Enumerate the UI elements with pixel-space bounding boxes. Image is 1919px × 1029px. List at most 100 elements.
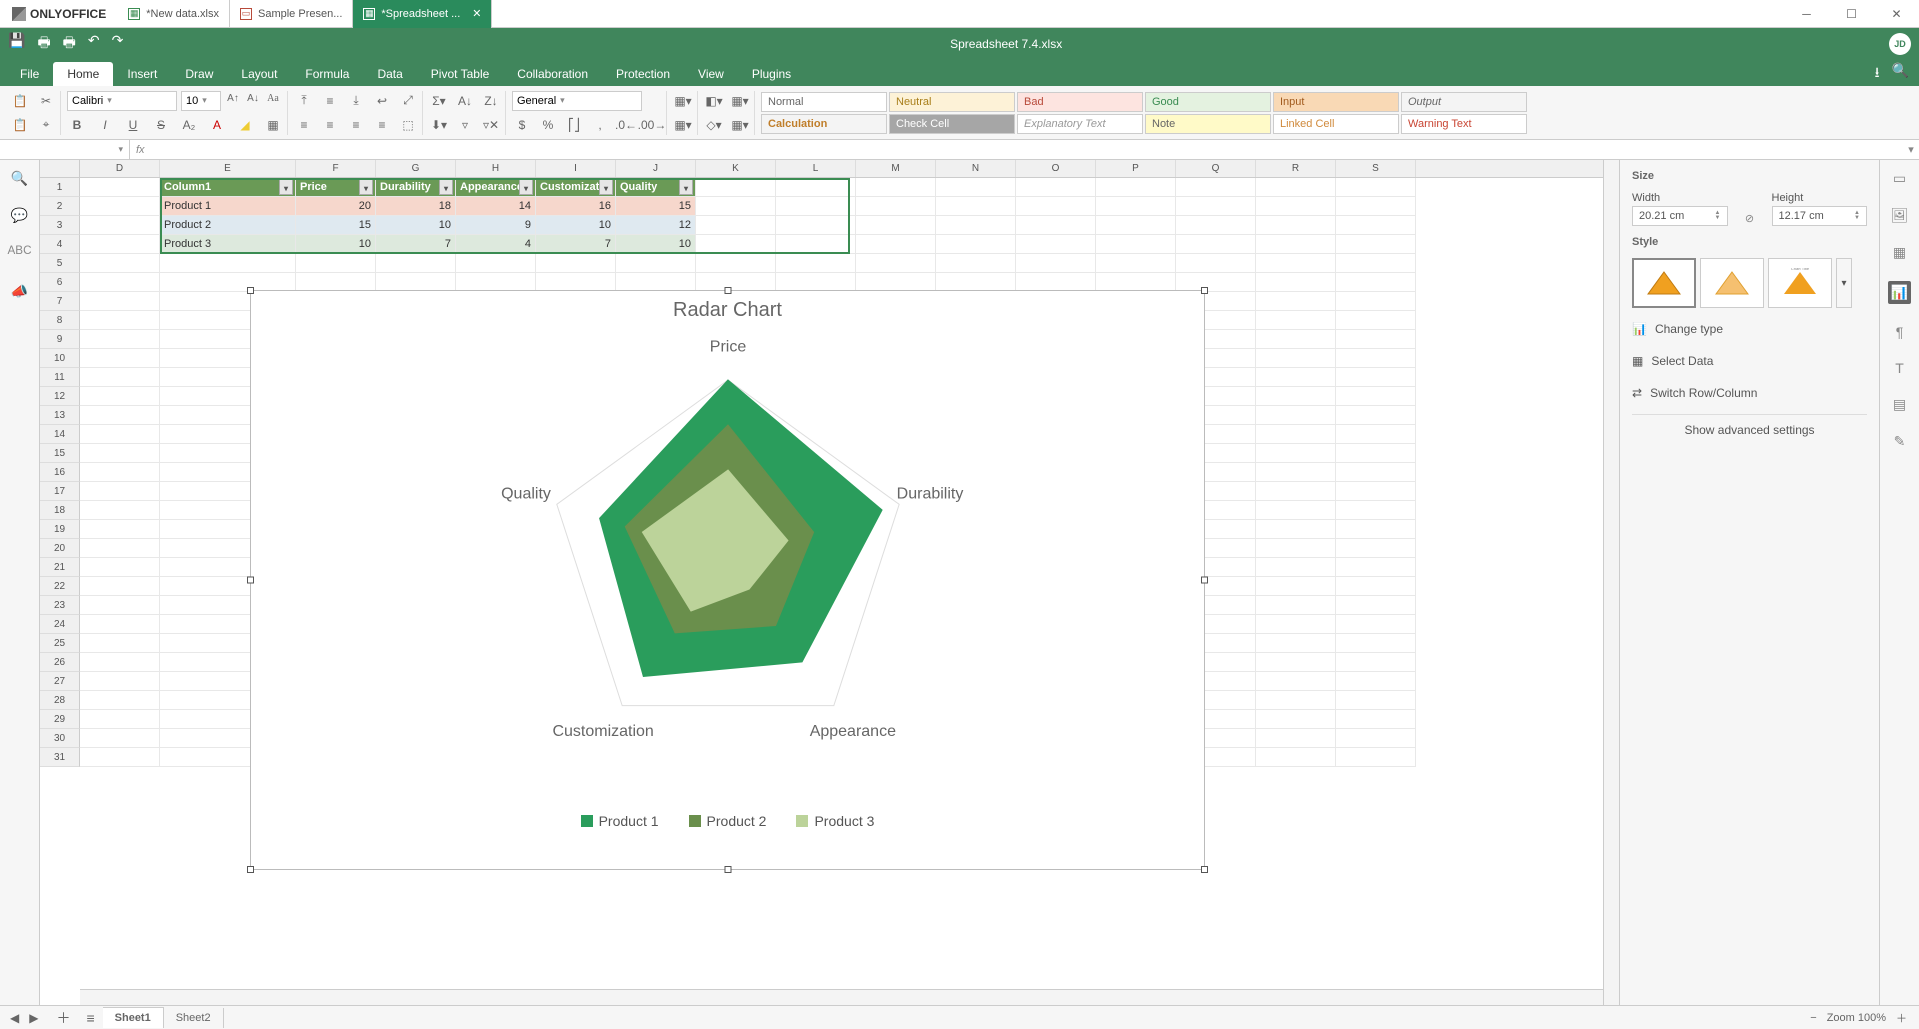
row-header[interactable]: 13 (40, 406, 80, 425)
delete-cells-icon[interactable]: ▦▾ (673, 115, 693, 135)
copy-icon[interactable]: 📋 (10, 91, 30, 111)
document-tab[interactable]: ▭ Sample Presen... (230, 0, 353, 28)
insert-cells-icon[interactable]: ▦▾ (673, 91, 693, 111)
style-bad[interactable]: Bad (1017, 92, 1143, 112)
cell[interactable]: Quality (616, 178, 696, 197)
cell[interactable] (1176, 197, 1256, 216)
comma-icon[interactable]: , (590, 115, 610, 135)
resize-handle[interactable] (724, 287, 731, 294)
cell[interactable]: 10 (616, 235, 696, 254)
cell[interactable] (1336, 254, 1416, 273)
cell[interactable] (856, 254, 936, 273)
cell[interactable] (1336, 672, 1416, 691)
row-header[interactable]: 28 (40, 691, 80, 710)
resize-handle[interactable] (1201, 287, 1208, 294)
menu-tab-view[interactable]: View (684, 62, 738, 86)
signature-settings-icon[interactable]: ✎ (1894, 433, 1906, 450)
cell[interactable]: 15 (616, 197, 696, 216)
column-header[interactable]: K (696, 160, 776, 177)
cell[interactable] (1016, 197, 1096, 216)
textart-settings-icon[interactable]: T (1895, 360, 1904, 376)
cell[interactable]: 14 (456, 197, 536, 216)
orientation-icon[interactable]: ⤢ (398, 91, 418, 111)
cell[interactable] (1256, 292, 1336, 311)
menu-tab-insert[interactable]: Insert (113, 62, 171, 86)
resize-handle[interactable] (1201, 577, 1208, 584)
cell[interactable] (1336, 197, 1416, 216)
advanced-settings-link[interactable]: Show advanced settings (1632, 414, 1867, 445)
chart-style-2[interactable] (1700, 258, 1764, 308)
cell[interactable]: 10 (536, 216, 616, 235)
decrease-decimal-icon[interactable]: .0← (616, 115, 636, 135)
grid[interactable]: DEFGHIJKLMNOPQRS 1Column1PriceDurability… (40, 160, 1619, 1005)
chart-style-more[interactable]: ▾ (1836, 258, 1852, 308)
cell[interactable] (80, 178, 160, 197)
format-painter-icon[interactable]: ⌖ (36, 115, 56, 135)
cell[interactable] (1256, 387, 1336, 406)
cell[interactable] (376, 254, 456, 273)
width-input[interactable]: 20.21 cm ▲▼ (1632, 206, 1728, 226)
cell[interactable] (1336, 558, 1416, 577)
cell[interactable] (80, 558, 160, 577)
clear-filter-icon[interactable]: ▿✕ (481, 115, 501, 135)
cell[interactable] (776, 197, 856, 216)
style-warning[interactable]: Warning Text (1401, 114, 1527, 134)
menu-tab-file[interactable]: File (6, 62, 53, 86)
row-header[interactable]: 12 (40, 387, 80, 406)
cell[interactable] (1256, 406, 1336, 425)
style-note[interactable]: Note (1145, 114, 1271, 134)
menu-tab-collab[interactable]: Collaboration (503, 62, 602, 86)
cell[interactable] (1256, 558, 1336, 577)
cell[interactable] (80, 406, 160, 425)
cell[interactable] (1336, 710, 1416, 729)
row-header[interactable]: 6 (40, 273, 80, 292)
sheet-tab[interactable]: Sheet1 (103, 1007, 164, 1028)
cell[interactable] (1096, 178, 1176, 197)
column-header[interactable]: E (160, 160, 296, 177)
cell[interactable] (80, 216, 160, 235)
cell[interactable] (1256, 596, 1336, 615)
cell[interactable] (936, 178, 1016, 197)
cell[interactable] (80, 577, 160, 596)
resize-handle[interactable] (247, 577, 254, 584)
row-header[interactable]: 9 (40, 330, 80, 349)
font-grow-icon[interactable]: A↑ (225, 91, 241, 107)
cell[interactable] (1256, 368, 1336, 387)
change-case-icon[interactable]: Aa (265, 91, 281, 107)
cell[interactable] (1256, 349, 1336, 368)
cell[interactable]: Product 1 (160, 197, 296, 216)
style-calculation[interactable]: Calculation (761, 114, 887, 134)
menu-tab-data[interactable]: Data (363, 62, 416, 86)
row-header[interactable]: 10 (40, 349, 80, 368)
cell[interactable] (80, 729, 160, 748)
row-header[interactable]: 16 (40, 463, 80, 482)
row-header[interactable]: 29 (40, 710, 80, 729)
cell[interactable] (80, 710, 160, 729)
cell[interactable] (1336, 539, 1416, 558)
style-output[interactable]: Output (1401, 92, 1527, 112)
cell[interactable] (1176, 178, 1256, 197)
undo-icon[interactable]: ↶ (88, 32, 100, 56)
cell[interactable] (1256, 653, 1336, 672)
cell[interactable]: Product 3 (160, 235, 296, 254)
cell[interactable] (1016, 216, 1096, 235)
cell[interactable] (1336, 482, 1416, 501)
cell[interactable] (1256, 710, 1336, 729)
cell[interactable] (1336, 330, 1416, 349)
zoom-in-icon[interactable]: ＋ (1896, 1010, 1907, 1026)
sort-asc-icon[interactable]: A↓ (455, 91, 475, 111)
menu-tab-protection[interactable]: Protection (602, 62, 684, 86)
cell[interactable] (1096, 254, 1176, 273)
open-location-icon[interactable]: ⭳ (1875, 62, 1880, 86)
cell[interactable] (1256, 216, 1336, 235)
cell[interactable] (1336, 292, 1416, 311)
user-badge[interactable]: JD (1889, 33, 1911, 55)
sheet-tab[interactable]: Sheet2 (164, 1008, 224, 1028)
cell[interactable] (1256, 634, 1336, 653)
cell[interactable] (856, 216, 936, 235)
cell[interactable] (936, 235, 1016, 254)
cell[interactable] (80, 330, 160, 349)
chart-style-3[interactable]: Chart Title (1768, 258, 1832, 308)
image-settings-icon[interactable]: 🖼 (1891, 207, 1909, 224)
paste-icon[interactable]: 📋 (10, 115, 30, 135)
